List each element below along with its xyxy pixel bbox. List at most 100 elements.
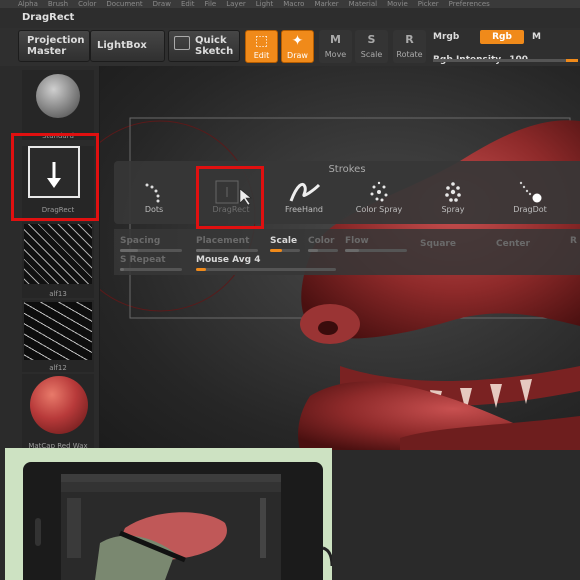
scale-track bbox=[270, 249, 300, 252]
rgb-intensity-track bbox=[433, 59, 578, 62]
stroke-label: FreeHand bbox=[284, 205, 324, 214]
left-shelf: Standard DragRect alf13 alf12 MatCap Red… bbox=[0, 66, 100, 450]
draw-label: Draw bbox=[287, 51, 308, 60]
menu-item[interactable]: Picker bbox=[418, 0, 439, 8]
highlight-box-stroke bbox=[196, 166, 264, 229]
brush-tile-standard[interactable]: Standard bbox=[22, 70, 94, 140]
menu-item[interactable]: Layer bbox=[226, 0, 246, 8]
alpha-tile-label: alf12 bbox=[49, 364, 67, 372]
move-icon: M bbox=[330, 33, 341, 46]
scale-toggle[interactable]: Scale bbox=[270, 236, 297, 246]
mrgb-toggle[interactable]: Mrgb bbox=[433, 32, 459, 42]
menu-item[interactable]: Color bbox=[78, 0, 96, 8]
freehand-stroke-icon bbox=[269, 179, 339, 205]
quick-sketch-button[interactable]: Quick Sketch bbox=[168, 30, 240, 62]
r-toggle[interactable]: R bbox=[570, 236, 577, 246]
menu-item[interactable]: Edit bbox=[181, 0, 195, 8]
standard-brush-icon bbox=[36, 74, 80, 118]
square-toggle[interactable]: Square bbox=[420, 239, 456, 249]
strokes-title: Strokes bbox=[328, 164, 366, 175]
flow-track bbox=[345, 249, 407, 252]
mouse-avg-track bbox=[196, 268, 336, 271]
spray-icon bbox=[418, 179, 488, 205]
stroke-dragdot[interactable]: DragDot bbox=[495, 179, 565, 219]
menu-item[interactable]: Document bbox=[106, 0, 142, 8]
m-toggle[interactable]: M bbox=[532, 32, 541, 42]
dragdot-icon bbox=[495, 179, 565, 205]
quick-sketch-line2: Sketch bbox=[195, 46, 234, 57]
lightbox-button[interactable]: LightBox bbox=[90, 30, 165, 62]
menu-bar: Alpha Brush Color Document Draw Edit File Layer… bbox=[0, 0, 580, 8]
quick-sketch-line1: Quick bbox=[195, 35, 227, 46]
alpha-tile-alf13[interactable]: alf13 bbox=[22, 222, 94, 298]
stroke-label: DragDot bbox=[513, 205, 547, 214]
scale-icon: S bbox=[367, 33, 376, 46]
stroke-spray[interactable]: Spray bbox=[418, 179, 488, 219]
color-track bbox=[308, 249, 338, 252]
edit-label: Edit bbox=[253, 51, 270, 60]
rgb-toggle[interactable]: Rgb bbox=[480, 30, 524, 44]
dots-stroke-icon bbox=[119, 179, 189, 205]
mouse-avg-fill bbox=[196, 268, 206, 271]
scale-button[interactable]: S Scale bbox=[355, 30, 388, 63]
placement-track bbox=[196, 249, 258, 252]
edit-button[interactable]: ⬚ Edit bbox=[245, 30, 278, 63]
rgb-intensity-slider[interactable]: Rgb Intensity 100 bbox=[433, 47, 580, 65]
stroke-color-spray[interactable]: Color Spray bbox=[344, 179, 414, 219]
edit-icon: ⬚ bbox=[254, 33, 269, 49]
s-repeat-track bbox=[120, 268, 182, 271]
alpha-texture-icon bbox=[24, 302, 92, 360]
window-title: DragRect bbox=[0, 8, 580, 28]
draw-icon: ✦ bbox=[291, 33, 304, 49]
stroke-label: Color Spray bbox=[355, 205, 403, 214]
scale-fill bbox=[270, 249, 282, 252]
strokes-palette: Strokes Dots DragRect FreeHand Color Spr… bbox=[114, 161, 580, 224]
mouse-avg-slider[interactable]: Mouse Avg 4 bbox=[196, 255, 261, 265]
alpha-tile-label: alf13 bbox=[49, 290, 67, 298]
projection-master-line1: Projection bbox=[27, 35, 85, 46]
alpha-texture-icon bbox=[24, 224, 92, 284]
menu-item[interactable]: File bbox=[205, 0, 217, 8]
flow-toggle[interactable]: Flow bbox=[345, 236, 369, 246]
lightbox-label: LightBox bbox=[97, 40, 147, 51]
placement-fill bbox=[196, 249, 210, 252]
projection-master-button[interactable]: Projection Master bbox=[18, 30, 90, 62]
menu-item[interactable]: Preferences bbox=[449, 0, 490, 8]
flow-fill bbox=[345, 249, 359, 252]
move-button[interactable]: M Move bbox=[319, 30, 352, 63]
center-toggle[interactable]: Center bbox=[496, 239, 530, 249]
tablet-video-inset bbox=[5, 448, 332, 580]
color-toggle[interactable]: Color bbox=[308, 236, 335, 246]
projection-master-line2: Master bbox=[27, 46, 67, 57]
rotate-icon: R bbox=[405, 33, 414, 46]
menu-item[interactable]: Macro bbox=[283, 0, 304, 8]
highlight-box-sidebar bbox=[11, 133, 99, 221]
quick-sketch-icon bbox=[174, 36, 190, 50]
placement-slider[interactable]: Placement bbox=[196, 236, 249, 246]
color-fill bbox=[308, 249, 318, 252]
stroke-settings-panel: Spacing Placement Scale Color Flow Squar… bbox=[114, 229, 580, 275]
menu-item[interactable]: Brush bbox=[48, 0, 68, 8]
material-sphere-icon bbox=[30, 376, 88, 434]
color-spray-icon bbox=[344, 179, 414, 205]
s-repeat-fill bbox=[120, 268, 124, 271]
menu-item[interactable]: Material bbox=[349, 0, 377, 8]
menu-item[interactable]: Draw bbox=[153, 0, 171, 8]
rotate-button[interactable]: R Rotate bbox=[393, 30, 426, 63]
spacing-slider[interactable]: Spacing bbox=[120, 236, 160, 246]
menu-item[interactable]: Light bbox=[256, 0, 273, 8]
tablet-photo bbox=[5, 448, 332, 580]
rotate-label: Rotate bbox=[396, 50, 423, 59]
material-tile-matcap[interactable]: MatCap Red Wax bbox=[22, 374, 94, 450]
stroke-dots[interactable]: Dots bbox=[119, 179, 189, 219]
menu-item[interactable]: Movie bbox=[387, 0, 408, 8]
draw-button[interactable]: ✦ Draw bbox=[281, 30, 314, 63]
alpha-tile-alf12[interactable]: alf12 bbox=[22, 300, 94, 372]
spacing-track bbox=[120, 249, 182, 252]
s-repeat-slider[interactable]: S Repeat bbox=[120, 255, 166, 265]
spacing-fill bbox=[120, 249, 138, 252]
stroke-freehand[interactable]: FreeHand bbox=[269, 179, 339, 219]
menu-item[interactable]: Alpha bbox=[18, 0, 38, 8]
scale-label: Scale bbox=[360, 50, 383, 59]
menu-item[interactable]: Marker bbox=[314, 0, 338, 8]
